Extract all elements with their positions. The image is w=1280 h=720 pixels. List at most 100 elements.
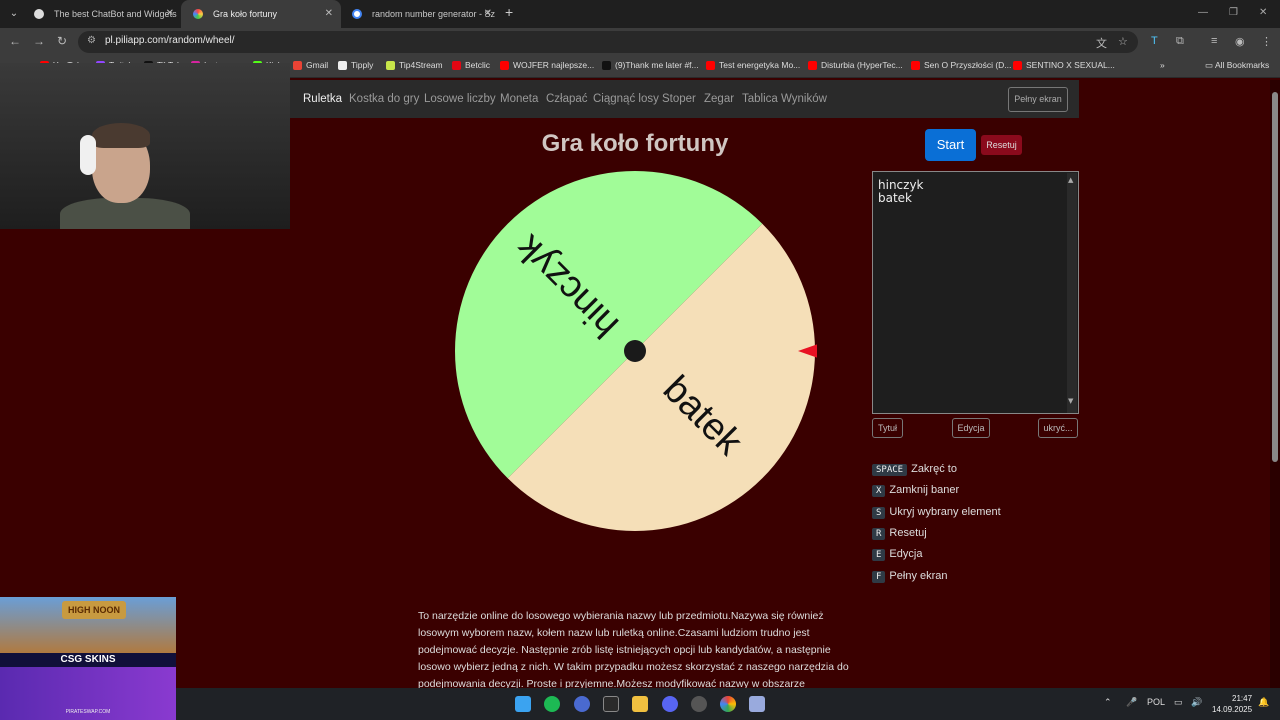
tipply-icon xyxy=(338,61,347,70)
nav-ruletka[interactable]: Ruletka xyxy=(303,93,342,105)
address-bar[interactable]: ⚙ pl.piliapp.com/random/wheel/ 文 ☆ xyxy=(78,31,1138,53)
shortcut-f: F Pełny ekran xyxy=(872,570,948,586)
restore-icon[interactable]: ❐ xyxy=(1229,7,1238,18)
shortcut-key: R xyxy=(872,528,886,540)
description-text: To narzędzie online do losowego wybieran… xyxy=(418,610,849,690)
close-icon[interactable]: ✕ xyxy=(484,0,492,28)
clock-date: 14.09.2025 xyxy=(1212,705,1253,714)
bookmark-label: Gmail xyxy=(306,60,329,70)
language-indicator[interactable]: POL xyxy=(1147,697,1165,707)
page-scrollbar[interactable] xyxy=(1270,80,1280,688)
bookmark-item[interactable]: Disturbia (HyperTec... xyxy=(808,60,903,70)
nav-losowe-liczby[interactable]: Losowe liczby xyxy=(424,93,496,105)
youtube-icon xyxy=(911,61,920,70)
all-bookmarks-button[interactable]: ▭ All Bookmarks xyxy=(1205,60,1269,71)
textarea-scrollbar[interactable]: ▲ ▼ xyxy=(1067,173,1077,413)
nav-zegar[interactable]: Zegar xyxy=(704,93,734,105)
tab-title: The best ChatBot and Widgets xyxy=(54,9,177,19)
title-button[interactable]: Tytuł xyxy=(872,418,903,438)
nav-kostka[interactable]: Kostka do gry xyxy=(349,93,419,105)
tab-chatbot[interactable]: The best ChatBot and Widgets ✕ xyxy=(22,0,182,28)
bookmark-item[interactable]: WOJFER najlepsze... xyxy=(500,60,594,70)
shortcut-e: E Edycja xyxy=(872,548,922,564)
bookmark-item[interactable]: (9)Thank me later #f... xyxy=(602,60,699,70)
shortcut-label: Resetuj xyxy=(889,527,927,539)
extensions-puzzle-icon[interactable]: ⧉ xyxy=(1176,35,1184,48)
close-icon[interactable]: ✕ xyxy=(166,0,174,28)
youtube-icon xyxy=(500,61,509,70)
bookmark-item[interactable]: SENTINO X SEXUAL... xyxy=(1013,60,1115,70)
start-button[interactable]: Start xyxy=(925,129,976,161)
reload-icon[interactable]: ↻ xyxy=(57,34,67,48)
shortcut-space: SPACE Zakręć to xyxy=(872,463,957,479)
tab-search-icon[interactable]: ⌄ xyxy=(5,5,23,23)
wheel-favicon-icon xyxy=(193,9,203,19)
translate-icon[interactable]: 文 xyxy=(1096,35,1107,51)
edit-button[interactable]: Edycja xyxy=(952,418,990,438)
profile-icon[interactable]: ◉ xyxy=(1235,35,1245,48)
bookmark-item[interactable]: Tipply xyxy=(338,60,373,70)
forward-icon[interactable]: → xyxy=(33,34,45,48)
volume-icon[interactable]: 🔊 xyxy=(1191,697,1202,708)
back-icon[interactable]: ← xyxy=(9,34,21,48)
page-title: Gra koło fortuny xyxy=(541,130,729,157)
webcam-overlay xyxy=(0,63,290,229)
bookmark-item[interactable]: Sen O Przyszłości (D... xyxy=(911,60,1011,70)
bookmark-label: Sen O Przyszłości (D... xyxy=(924,60,1012,70)
nav-stoper[interactable]: Stoper xyxy=(662,93,696,105)
app-icon[interactable] xyxy=(749,696,765,712)
tray-chevron-icon[interactable]: ⌃ xyxy=(1104,697,1112,708)
nav-tablica[interactable]: Tablica Wyników xyxy=(742,93,827,105)
more-bookmarks-icon[interactable]: » xyxy=(1160,60,1165,70)
bookmark-item[interactable]: Betclic xyxy=(452,60,490,70)
scroll-down-icon[interactable]: ▼ xyxy=(1068,395,1073,408)
notification-icon[interactable]: 🔔 xyxy=(1258,697,1269,708)
bookmark-item[interactable]: Tip4Stream xyxy=(386,60,443,70)
menu-icon[interactable]: ⋮ xyxy=(1261,35,1272,48)
file-explorer-icon[interactable] xyxy=(632,696,648,712)
media-icon[interactable]: ≡ xyxy=(1211,35,1217,47)
chrome-icon[interactable] xyxy=(720,696,736,712)
scrollbar-thumb[interactable] xyxy=(1272,92,1278,462)
discord-icon[interactable] xyxy=(662,696,678,712)
bookmark-label: SENTINO X SEXUAL... xyxy=(1026,60,1115,70)
network-icon[interactable]: ▭ xyxy=(1174,697,1183,708)
extension-icon[interactable]: T xyxy=(1151,35,1158,47)
shortcut-label: Pełny ekran xyxy=(889,570,948,582)
windows-start-icon[interactable] xyxy=(515,696,531,712)
scroll-up-icon[interactable]: ▲ xyxy=(1068,174,1073,187)
clock[interactable]: 21:47 14.09.2025 xyxy=(1212,693,1252,715)
nav-losy[interactable]: Ciągnąć losy xyxy=(593,93,659,105)
close-icon[interactable]: ✕ xyxy=(325,0,333,28)
gmail-icon xyxy=(293,61,302,70)
fullscreen-button[interactable]: Pełny ekran xyxy=(1008,87,1068,112)
app-icon[interactable] xyxy=(574,696,590,712)
minimize-icon[interactable]: — xyxy=(1198,7,1208,18)
bookmark-label: (9)Thank me later #f... xyxy=(615,60,699,70)
shortcut-x: X Zamknij baner xyxy=(872,484,959,500)
hide-button[interactable]: ukryć... xyxy=(1038,418,1078,438)
spotify-icon[interactable] xyxy=(544,696,560,712)
bookmark-star-icon[interactable]: ☆ xyxy=(1118,35,1128,48)
close-window-icon[interactable]: ✕ xyxy=(1259,7,1267,18)
nav-czlapac[interactable]: Człapać xyxy=(546,93,588,105)
fortune-wheel[interactable]: hinczykbatek xyxy=(455,170,817,532)
youtube-icon xyxy=(808,61,817,70)
microphone-icon[interactable]: 🎤 xyxy=(1126,697,1137,708)
bookmark-item[interactable]: Gmail xyxy=(293,60,328,70)
bookmark-item[interactable]: Test energetyka Mo... xyxy=(706,60,800,70)
tab-random-number[interactable]: random number generator - Sz ✕ xyxy=(340,0,500,28)
tab-wheel[interactable]: Gra koło fortuny ✕ xyxy=(181,0,341,28)
reset-button[interactable]: Resetuj xyxy=(981,135,1022,155)
nav-moneta[interactable]: Moneta xyxy=(500,93,538,105)
all-bookmarks-label: All Bookmarks xyxy=(1214,60,1270,70)
epic-games-icon[interactable] xyxy=(603,696,619,712)
obs-icon[interactable] xyxy=(691,696,707,712)
tab-title: Gra koło fortuny xyxy=(213,9,278,19)
site-info-icon[interactable]: ⚙ xyxy=(87,35,96,46)
url-text: pl.piliapp.com/random/wheel/ xyxy=(105,35,235,46)
entries-textarea[interactable]: hinczyk batek ▲ ▼ xyxy=(872,171,1079,414)
bookmark-label: Betclic xyxy=(465,60,491,70)
tab-title: random number generator - Sz xyxy=(372,9,496,19)
new-tab-icon[interactable]: + xyxy=(505,4,513,20)
